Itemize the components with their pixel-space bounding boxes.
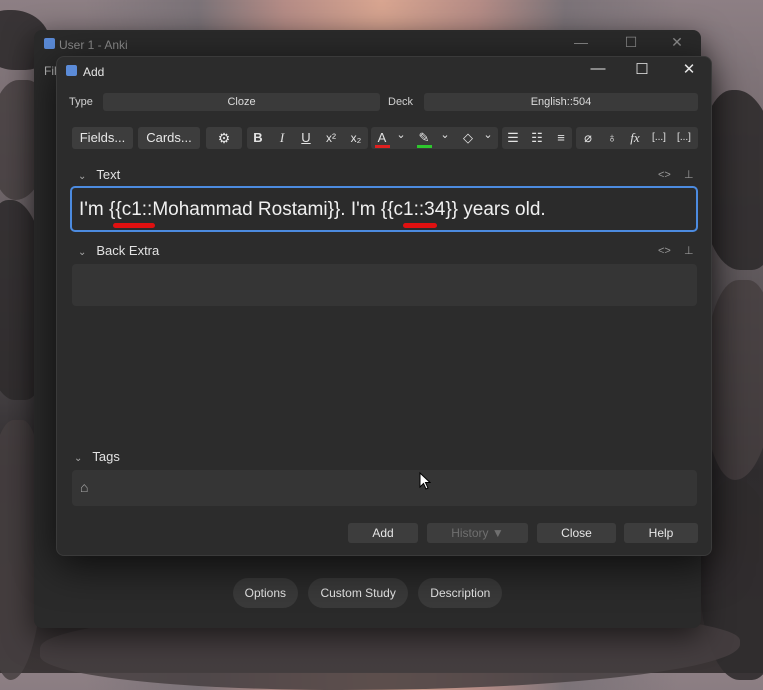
fields-button[interactable]: Fields...	[72, 127, 133, 149]
help-button[interactable]: Help	[624, 523, 698, 543]
pin-icon[interactable]: ⊥	[684, 168, 694, 181]
menu-file[interactable]: Fil	[44, 64, 57, 78]
annotation-underline	[403, 223, 437, 228]
anki-app-icon	[66, 65, 77, 76]
close-icon[interactable]: ✕	[663, 34, 691, 51]
field-header-back-extra[interactable]: ⌄ Back Extra	[78, 243, 159, 258]
dialog-title-bar: Add — ☐ ✕	[57, 57, 711, 85]
close-icon[interactable]: ✕	[674, 60, 704, 78]
html-toggle-icon[interactable]: <>	[658, 245, 671, 257]
back-extra-field-input[interactable]	[72, 264, 697, 306]
chevron-down-icon[interactable]: ⌄	[74, 453, 82, 464]
chevron-down-icon[interactable]: ⌄	[78, 171, 86, 182]
field-label: Text	[96, 167, 121, 182]
text-color-bar	[375, 145, 390, 148]
chevron-down-icon[interactable]: ⌄	[393, 124, 409, 146]
text-field-input[interactable]: I'm {{c1::Mohammad Rostami}}. I'm {{c1::…	[70, 186, 698, 232]
maximize-icon[interactable]: ☐	[617, 34, 645, 51]
mouse-cursor-icon	[419, 472, 431, 490]
superscript-icon[interactable]: x²	[320, 127, 342, 149]
anki-app-icon	[44, 38, 55, 49]
cards-button[interactable]: Cards...	[138, 127, 200, 149]
attach-icon[interactable]: ⌀	[577, 127, 599, 149]
tag-icon: ⌂	[80, 479, 89, 495]
deck-actions: Options Custom Study Description	[34, 578, 701, 608]
options-button[interactable]: Options	[232, 578, 299, 608]
close-button[interactable]: Close	[537, 523, 616, 543]
cloze-same-icon[interactable]: [...]	[673, 127, 695, 149]
formula-icon[interactable]: fx	[624, 127, 646, 149]
field-header-text[interactable]: ⌄ Text	[78, 167, 120, 182]
chevron-down-icon[interactable]: ⌄	[480, 124, 496, 146]
numbered-list-icon[interactable]: ☷	[526, 127, 548, 149]
main-title-bar: User 1 - Anki — ☐ ✕	[34, 30, 701, 58]
minimize-icon[interactable]: —	[583, 60, 613, 77]
tags-input[interactable]: ⌂	[72, 470, 697, 506]
tags-header[interactable]: ⌄ Tags	[74, 449, 120, 464]
main-window-title: User 1 - Anki	[59, 38, 128, 52]
dialog-title: Add	[83, 65, 105, 79]
note-type-selector[interactable]: Cloze	[103, 93, 380, 111]
pin-icon[interactable]: ⊥	[684, 244, 694, 257]
italic-icon[interactable]: I	[271, 127, 293, 149]
minimize-icon[interactable]: —	[567, 34, 595, 50]
history-button[interactable]: History ▼	[427, 523, 528, 543]
subscript-icon[interactable]: x₂	[345, 127, 367, 149]
eraser-icon[interactable]: ◇	[457, 127, 479, 149]
align-icon[interactable]: ≡	[550, 127, 572, 149]
custom-study-button[interactable]: Custom Study	[308, 578, 408, 608]
chevron-down-icon[interactable]: ⌄	[78, 247, 86, 258]
html-toggle-icon[interactable]: <>	[658, 169, 671, 181]
underline-icon[interactable]: U	[295, 127, 317, 149]
chevron-down-icon[interactable]: ⌄	[437, 124, 453, 146]
type-label: Type	[69, 96, 93, 108]
description-button[interactable]: Description	[418, 578, 503, 608]
bullet-list-icon[interactable]: ☰	[502, 127, 524, 149]
maximize-icon[interactable]: ☐	[627, 60, 657, 78]
highlight-color-bar	[417, 145, 432, 148]
tags-label: Tags	[92, 449, 120, 464]
add-button[interactable]: Add	[348, 523, 418, 543]
background-rock	[705, 280, 763, 480]
field-label: Back Extra	[96, 243, 160, 258]
deck-selector[interactable]: English::504	[424, 93, 698, 111]
annotation-underline	[113, 223, 155, 228]
microphone-icon[interactable]: ♁	[601, 127, 623, 149]
cloze-icon[interactable]: [...]	[648, 127, 670, 149]
bold-icon[interactable]: B	[247, 127, 269, 149]
gear-icon[interactable]: ⚙	[206, 127, 242, 149]
deck-label: Deck	[388, 96, 414, 108]
